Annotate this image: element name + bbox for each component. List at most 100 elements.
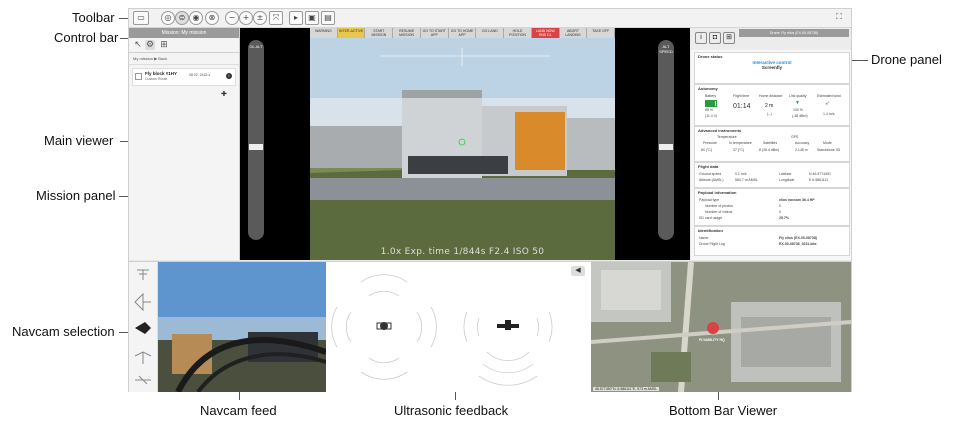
control-bar: ↖ ⚙ ⊞: [129, 38, 239, 53]
ground-speed-label: Ground speed: [699, 172, 722, 176]
mission-item-time: 08:02, 2418 s: [189, 73, 211, 77]
status-warning[interactable]: WARNING: [310, 28, 338, 38]
drone-panel-header: i ◘ ⊞ Drone: Fly elios (EX-00-08738): [691, 28, 851, 50]
mission-item-sub: Custom Route: [145, 77, 168, 81]
videos-value: 0: [779, 210, 781, 214]
status-line2: Screenfly: [761, 65, 783, 70]
navcam-selection: [129, 262, 158, 392]
navcam-bottom-icon[interactable]: [135, 375, 151, 385]
instruments-title: Advanced instruments: [698, 128, 742, 133]
camera-tab-icon[interactable]: ◘: [709, 32, 721, 44]
layers-icon[interactable]: ▣: [305, 11, 319, 25]
drone-status-section: Drone status Interactive control Screenf…: [694, 52, 850, 84]
right-altitude-scale[interactable]: ALT SPEED: [658, 40, 674, 240]
in-temp-value: 37 (°C): [733, 148, 745, 152]
drone-status-title: Drone status: [698, 54, 723, 59]
navcam-right-icon[interactable]: [134, 351, 152, 364]
status-abort-landing[interactable]: ABORT LANDING: [559, 28, 588, 38]
left-altitude-scale[interactable]: GL ALT: [248, 40, 264, 240]
drone-view-icon[interactable]: ⊜: [175, 11, 189, 25]
main-viewer[interactable]: WARNING INTER-ACTIVE START MISSION RESUM…: [240, 28, 690, 260]
ultrasonic-diagram: [331, 274, 553, 386]
callout-control-bar: Control bar: [54, 30, 119, 45]
add-mission-item-icon[interactable]: ✚: [221, 90, 227, 98]
right-scale-marker[interactable]: [659, 144, 673, 150]
status-goto-home[interactable]: GO TO HOME APP: [448, 28, 477, 38]
temperature-label: Temperature: [717, 135, 737, 139]
crosshair-icon[interactable]: ⊗: [205, 11, 219, 25]
settings-sliders-icon[interactable]: ⊞: [159, 40, 169, 50]
app-window: ▭ ◎ ⊜ ◉ ⊗ − + ± ⤧ ▸ ▣ ▤ ⛶ Mission: My mi…: [128, 8, 852, 392]
status-hold-position[interactable]: HOLD POSITION: [504, 28, 532, 38]
mission-item-info-icon[interactable]: i: [226, 73, 232, 79]
sound-toggle-icon[interactable]: ◀: [571, 266, 585, 276]
top-view-drone-icon: [376, 322, 392, 330]
satellites-label: Satellites: [763, 141, 778, 145]
status-start-mission[interactable]: START MISSION: [365, 28, 394, 38]
battery-label: Battery: [705, 94, 717, 98]
flight-data-title: Flight data: [698, 164, 719, 169]
link-quality-value: 100 %: [793, 108, 803, 112]
navcam-icons: [134, 269, 152, 385]
fit-view-icon[interactable]: ⤧: [269, 11, 283, 25]
status-go-land[interactable]: GO LAND: [476, 28, 505, 38]
globe-icon[interactable]: ◎: [161, 11, 175, 25]
zoom-reset-icon[interactable]: ±: [253, 11, 267, 25]
pressure-label: Pressure: [703, 141, 718, 145]
callout-navcam-selection: Navcam selection: [12, 324, 115, 339]
longitude-label: Longitude: [779, 178, 795, 182]
play-icon[interactable]: ▸: [289, 11, 303, 25]
flight-time-label: Flight time: [733, 94, 750, 98]
battery-value: 88 %: [705, 108, 713, 112]
image-icon[interactable]: ▤: [321, 11, 335, 25]
navcam-feed[interactable]: [158, 262, 326, 392]
zoom-out-icon[interactable]: −: [225, 11, 239, 25]
status-interactive[interactable]: INTER-ACTIVE: [337, 28, 366, 38]
in-temp-label: In temperature: [729, 141, 752, 145]
drone-panel: i ◘ ⊞ Drone: Fly elios (EX-00-08738) Dro…: [691, 28, 851, 260]
payload-title: Payload information: [698, 190, 737, 195]
link-quality-sub: (-48 dBm): [792, 114, 808, 118]
status-strip: WARNING INTER-ACTIVE START MISSION RESUM…: [310, 28, 616, 38]
callout-bottom-bar-viewer: Bottom Bar Viewer: [669, 403, 778, 418]
mission-item[interactable]: Fly block #1HY Custom Route 08:02, 2418 …: [132, 68, 236, 86]
identification-section: Identification Name Fly elios (EX-00-087…: [694, 226, 850, 256]
navcam-top-icon[interactable]: [137, 269, 149, 280]
fullscreen-icon[interactable]: ⛶: [833, 11, 845, 23]
videos-label: Number of videos: [705, 210, 733, 214]
battery-sub: (11.4 V): [705, 114, 718, 118]
main-camera-feed[interactable]: [310, 38, 615, 260]
open-folder-icon[interactable]: ▭: [133, 11, 149, 25]
info-tab-icon[interactable]: i: [695, 32, 707, 44]
status-resume-mission[interactable]: RESUME MISSION: [393, 28, 421, 38]
mission-breadcrumb[interactable]: My mission ▶ Back: [129, 53, 239, 65]
payload-type-label: Payload type: [699, 198, 720, 202]
target-icon[interactable]: ◉: [189, 11, 203, 25]
right-scale-label: ALT SPEED: [659, 44, 673, 54]
name-value: Fly elios (EX-00-08738): [779, 236, 817, 240]
callout-main-viewer: Main viewer: [44, 133, 114, 148]
longitude-value: E 6.5861111: [809, 178, 829, 182]
home-distance-value: 2 m: [765, 103, 774, 109]
navcam-front-icon[interactable]: [135, 322, 151, 334]
bottom-bar-map[interactable]: FLYABILITY HQ 46.577450°N, 6.586111°E, 5…: [591, 262, 851, 392]
toolbar: ▭ ◎ ⊜ ◉ ⊗ − + ± ⤧ ▸ ▣ ▤ ⛶: [129, 9, 851, 28]
callout-toolbar: Toolbar: [72, 10, 115, 25]
side-view-drone-icon: [497, 320, 519, 330]
link-quality-icon: ▼: [795, 100, 800, 106]
path-icon[interactable]: ⚙: [145, 40, 155, 50]
zoom-in-icon[interactable]: +: [239, 11, 253, 25]
mission-item-checkbox[interactable]: [135, 73, 142, 80]
status-land-now[interactable]: LAND NOW END DL: [531, 28, 560, 38]
navcam-left-icon[interactable]: [134, 292, 151, 312]
left-scale-marker[interactable]: [249, 144, 263, 150]
cursor-icon[interactable]: ↖: [133, 40, 143, 50]
map-drone-marker-label: FLYABILITY HQ: [699, 338, 725, 342]
callout-drone-panel: Drone panel: [871, 52, 942, 67]
log-value: EX-00-08738_0231.bbx: [779, 242, 817, 246]
sliders-tab-icon[interactable]: ⊞: [723, 32, 735, 44]
accuracy-label: Accuracy: [795, 141, 810, 145]
status-goto-start[interactable]: GO TO START APP: [420, 28, 449, 38]
mission-item-name: Fly block #1HY: [145, 71, 178, 76]
status-take-off[interactable]: TAKE OFF: [587, 28, 616, 38]
